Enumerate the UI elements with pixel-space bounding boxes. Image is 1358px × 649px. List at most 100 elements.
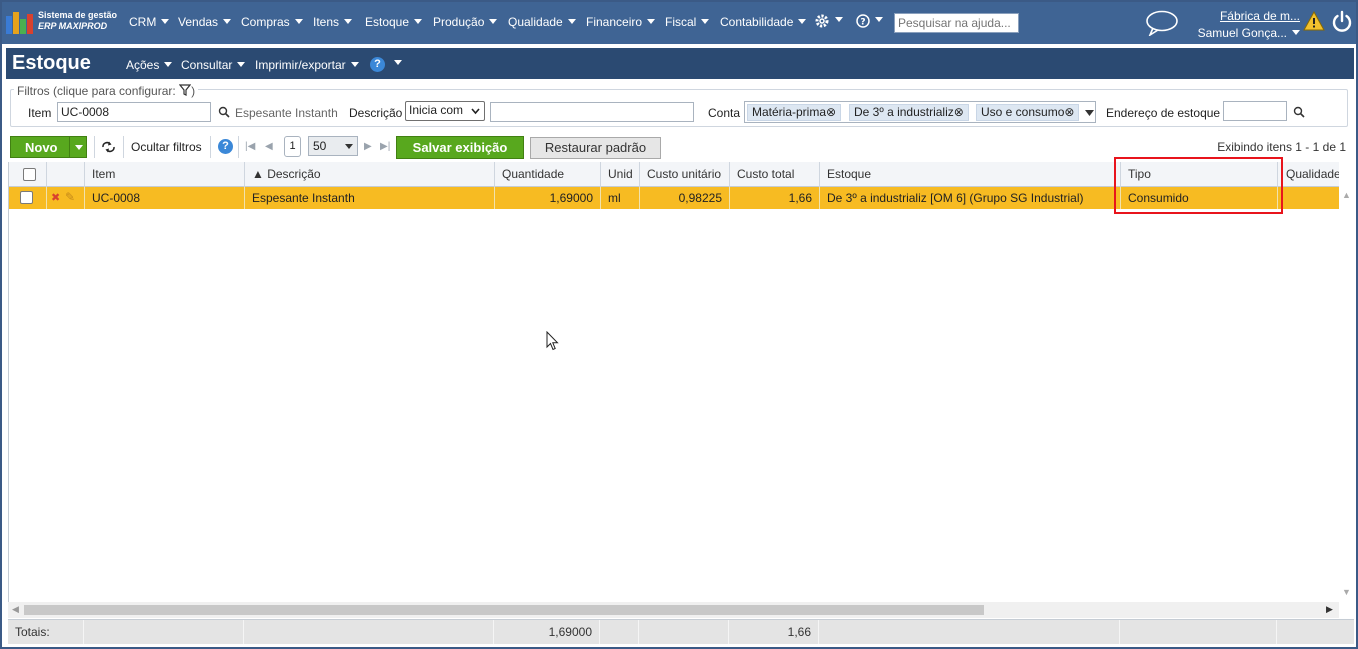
chevron-down-icon (164, 62, 173, 67)
cell-descricao[interactable]: Espesante Instanth (245, 187, 495, 209)
search-icon[interactable] (1293, 106, 1305, 118)
menu-qualidade[interactable]: Qualidade (508, 15, 576, 29)
scroll-down-icon[interactable]: ▼ (1342, 587, 1351, 597)
cell-custo-total[interactable]: 1,66 (730, 187, 820, 209)
vertical-scrollbar[interactable]: ▲ ▼ (1339, 187, 1354, 602)
maxiprod-logo-icon[interactable] (6, 10, 36, 34)
header-descricao[interactable]: ▲ Descrição (245, 162, 495, 187)
restaurar-padrao-button[interactable]: Restaurar padrão (530, 137, 661, 159)
chevron-down-icon (414, 19, 423, 24)
totals-empty (1120, 620, 1277, 644)
menu-contabilidade[interactable]: Contabilidade (720, 15, 807, 29)
next-page-icon[interactable]: ▶ (364, 141, 372, 152)
descricao-filter-input[interactable] (490, 102, 694, 122)
filter-icon[interactable] (178, 84, 192, 96)
horizontal-scrollbar[interactable]: ◀ ▶ (8, 602, 1339, 618)
remove-tag-icon[interactable]: ⊗ (954, 105, 964, 119)
menu-vendas[interactable]: Vendas (178, 15, 232, 29)
search-icon[interactable] (218, 106, 230, 118)
conta-filter-label: Conta (708, 106, 741, 120)
header-custo-total[interactable]: Custo total (730, 162, 820, 187)
header-qualidade[interactable]: Qualidade (1278, 162, 1339, 187)
tipo-column-highlight (1114, 157, 1283, 214)
novo-button[interactable]: Novo (10, 136, 87, 158)
page-help-menu[interactable]: ? (370, 56, 402, 72)
refresh-icon[interactable] (101, 141, 116, 153)
chevron-down-icon (344, 19, 353, 24)
cell-custo-unitario[interactable]: 0,98225 (640, 187, 730, 209)
cell-unid[interactable]: ml (601, 187, 640, 209)
conta-tag-label: De 3º a industrializ (854, 105, 954, 119)
totals-label: Totais: (8, 620, 84, 644)
select-all-checkbox[interactable] (23, 168, 36, 181)
row-checkbox[interactable] (20, 191, 33, 204)
last-page-icon[interactable]: ▶| (380, 141, 390, 152)
scrollbar-thumb[interactable] (24, 605, 984, 615)
remove-tag-icon[interactable]: ⊗ (1064, 105, 1074, 119)
help-icon[interactable]: ? (218, 139, 233, 154)
header-quantidade[interactable]: Quantidade (495, 162, 601, 187)
header-estoque[interactable]: Estoque (820, 162, 1121, 187)
menu-compras[interactable]: Compras (241, 15, 303, 29)
conta-tag[interactable]: Uso e consumo⊗ (976, 104, 1080, 121)
page-number-input[interactable]: 1 (284, 136, 301, 157)
company-link[interactable]: Fábrica de m... (1192, 9, 1300, 23)
cell-estoque[interactable]: De 3º a industrializ [OM 6] (Grupo SG In… (820, 187, 1121, 209)
toolbar-divider (94, 136, 95, 158)
prev-page-icon[interactable]: ◀ (265, 141, 273, 152)
header-item[interactable]: Item (85, 162, 245, 187)
power-icon[interactable] (1331, 10, 1353, 34)
menu-estoque-label: Estoque (365, 15, 410, 29)
remove-tag-icon[interactable]: ⊗ (826, 105, 836, 119)
acoes-menu[interactable]: Ações (126, 58, 173, 72)
header-unid[interactable]: Unid (601, 162, 640, 187)
scroll-right-icon[interactable]: ▶ (1326, 604, 1333, 615)
conta-tag[interactable]: Matéria-prima⊗ (747, 104, 842, 121)
conta-filter-tags[interactable]: Matéria-prima⊗ De 3º a industrializ⊗ Uso… (744, 101, 1096, 123)
menu-itens[interactable]: Itens (313, 15, 353, 29)
menu-qualidade-label: Qualidade (508, 15, 563, 29)
scroll-left-icon[interactable]: ◀ (12, 604, 19, 615)
user-menu[interactable]: Samuel Gonça... (1192, 26, 1300, 40)
totals-row: Totais: 1,69000 1,66 (8, 619, 1354, 644)
acoes-label: Ações (126, 58, 160, 72)
imprimir-menu[interactable]: Imprimir/exportar (255, 58, 359, 72)
toolbar-divider (238, 136, 239, 158)
salvar-exibicao-button[interactable]: Salvar exibição (396, 136, 524, 159)
page-size-select[interactable]: 50 (308, 136, 358, 156)
edit-pencil-icon[interactable]: ✎ (65, 190, 75, 204)
novo-dropdown[interactable] (69, 137, 87, 157)
first-page-icon[interactable]: |◀ (245, 141, 255, 152)
cell-quantidade[interactable]: 1,69000 (495, 187, 601, 209)
ocultar-filtros-button[interactable]: Ocultar filtros (131, 140, 202, 154)
settings-menu[interactable] (814, 13, 843, 29)
page-size-value: 50 (313, 139, 327, 153)
conta-tag[interactable]: De 3º a industrializ⊗ (849, 104, 969, 121)
menu-financeiro[interactable]: Financeiro (586, 15, 656, 29)
filters-legend-close: ) (191, 84, 196, 98)
item-filter-input[interactable] (57, 102, 211, 122)
row-select-cell (9, 187, 47, 209)
menu-compras-label: Compras (241, 15, 290, 29)
menu-estoque[interactable]: Estoque (365, 15, 423, 29)
help-search-input[interactable] (894, 13, 1019, 33)
warning-icon[interactable] (1303, 11, 1325, 31)
chevron-down-icon[interactable] (1085, 110, 1094, 116)
menu-crm[interactable]: CRM (129, 15, 170, 29)
endereco-filter-input[interactable] (1223, 101, 1287, 121)
chat-icon[interactable] (1144, 10, 1180, 36)
consultar-menu[interactable]: Consultar (181, 58, 246, 72)
header-custo-unitario[interactable]: Custo unitário (640, 162, 730, 187)
menu-producao[interactable]: Produção (433, 15, 498, 29)
cell-qualidade[interactable] (1278, 187, 1339, 209)
menu-fiscal[interactable]: Fiscal (665, 15, 710, 29)
descricao-mode-select[interactable]: Inicia com (405, 101, 485, 121)
svg-text:?: ? (860, 17, 865, 27)
scroll-up-icon[interactable]: ▲ (1342, 190, 1351, 200)
delete-icon[interactable]: ✖ (51, 191, 60, 204)
cell-item[interactable]: UC-0008 (85, 187, 245, 209)
item-filter-description: Espesante Instanth (235, 106, 338, 120)
help-menu[interactable]: ? (856, 13, 883, 28)
filters-legend[interactable]: Filtros (clique para configurar: ) (14, 84, 199, 98)
page-title: Estoque (12, 52, 91, 74)
